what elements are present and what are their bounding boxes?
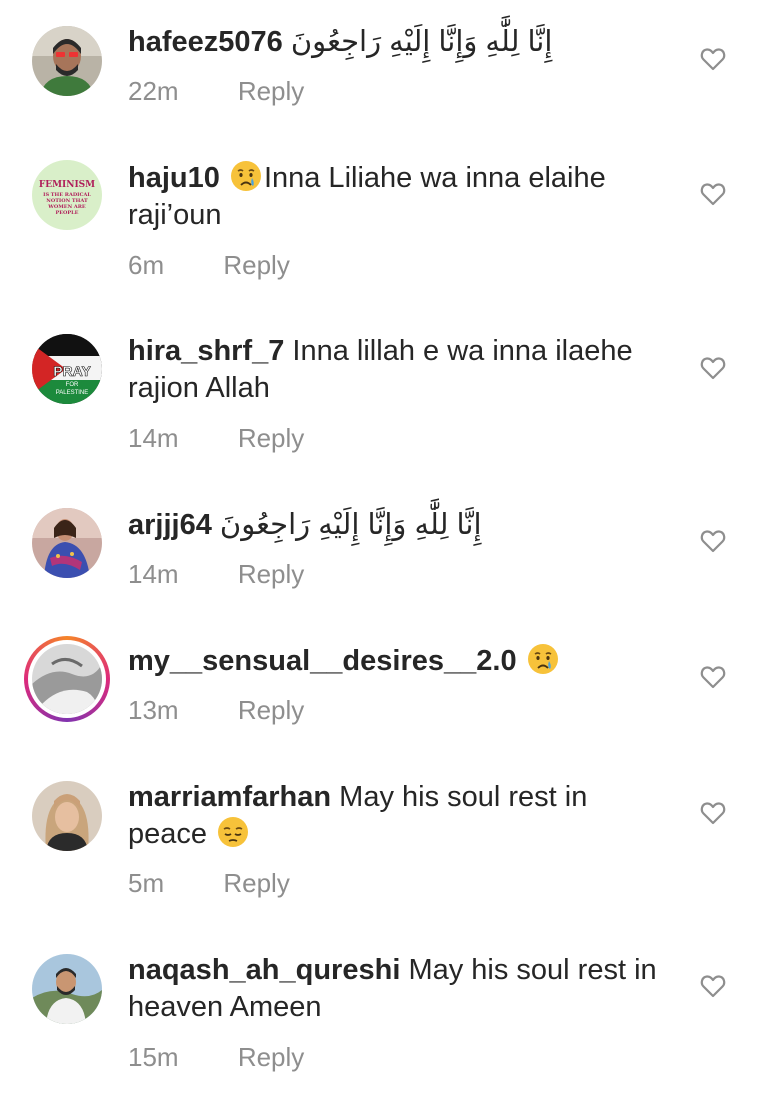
reply-button[interactable]: Reply (223, 868, 289, 899)
heart-icon[interactable] (700, 529, 726, 553)
avatar-caption: FEMINISM (39, 180, 95, 190)
avatar[interactable] (32, 781, 102, 851)
reply-button[interactable]: Reply (238, 76, 304, 107)
comment-meta: 14m Reply (128, 423, 304, 454)
comment-time: 14m (128, 423, 179, 453)
heart-icon[interactable] (700, 182, 726, 206)
comment-meta: 13m Reply (128, 695, 304, 726)
avatar[interactable] (32, 26, 102, 96)
comment-username[interactable]: hafeez5076 (128, 26, 283, 58)
comment-body: haju10 Inna Liliahe wa inna elaihe raji’… (128, 160, 668, 234)
avatar-caption: FOR (66, 382, 79, 388)
crying-face-icon (527, 644, 558, 674)
comment-time: 5m (128, 868, 165, 898)
reply-button[interactable]: Reply (238, 423, 304, 454)
comment-meta: 22m Reply (128, 76, 304, 107)
avatar[interactable]: FEMINISM IS THE RADICAL NOTION THAT WOME… (32, 160, 102, 230)
heart-icon[interactable] (700, 665, 726, 689)
comment-text: إِنَّا لِلَّٰهِ وَإِنَّا إِلَيْهِ رَاجِع… (219, 509, 482, 541)
avatar[interactable] (32, 954, 102, 1024)
heart-icon[interactable] (700, 47, 726, 71)
heart-icon[interactable] (700, 974, 726, 998)
avatar (32, 644, 102, 714)
comment-body: arjjj64 إِنَّا لِلَّٰهِ وَإِنَّا إِلَيْه… (128, 507, 688, 544)
avatar-caption: PRAY (53, 363, 91, 379)
comment-body: naqash_ah_qureshi May his soul rest in h… (128, 952, 668, 1026)
comment-meta: 14m Reply (128, 559, 304, 590)
comment-username[interactable]: marriamfarhan (128, 781, 331, 813)
reply-button[interactable]: Reply (238, 559, 304, 590)
comment-body: hafeez5076 إِنَّا لِلَّٰهِ وَإِنَّا إِلَ… (128, 24, 688, 61)
comment-body: marriamfarhan May his soul rest in peace (128, 779, 658, 853)
avatar[interactable] (32, 508, 102, 578)
comment-username[interactable]: my__sensual__desires__2.0 (128, 645, 517, 677)
comment-username[interactable]: arjjj64 (128, 509, 212, 541)
comment-meta: 5m Reply (128, 868, 290, 899)
comment-meta: 6m Reply (128, 250, 290, 281)
comment-body: hira_shrf_7 Inna lillah e wa inna ilaehe… (128, 333, 673, 407)
comment-body: my__sensual__desires__2.0 (128, 643, 688, 680)
comment-time: 6m (128, 250, 165, 280)
avatar[interactable]: PRAY FOR PALESTINE (32, 334, 102, 404)
reply-button[interactable]: Reply (223, 250, 289, 281)
avatar-caption: PALESTINE (56, 390, 89, 396)
comment-time: 15m (128, 1042, 179, 1072)
avatar-story-ring[interactable] (24, 636, 110, 722)
crying-face-icon (230, 161, 261, 191)
pensive-face-icon (218, 817, 249, 847)
comment-username[interactable]: haju10 (128, 162, 220, 194)
reply-button[interactable]: Reply (238, 1042, 304, 1073)
comment-text: إِنَّا لِلَّٰهِ وَإِنَّا إِلَيْهِ رَاجِع… (290, 26, 553, 58)
heart-icon[interactable] (700, 801, 726, 825)
reply-button[interactable]: Reply (238, 695, 304, 726)
comment-time: 22m (128, 76, 179, 106)
comment-time: 14m (128, 559, 179, 589)
heart-icon[interactable] (700, 356, 726, 380)
comment-time: 13m (128, 695, 179, 725)
comment-meta: 15m Reply (128, 1042, 304, 1073)
comment-username[interactable]: hira_shrf_7 (128, 335, 284, 367)
avatar-caption: PEOPLE (55, 210, 78, 216)
comment-username[interactable]: naqash_ah_qureshi (128, 954, 400, 986)
